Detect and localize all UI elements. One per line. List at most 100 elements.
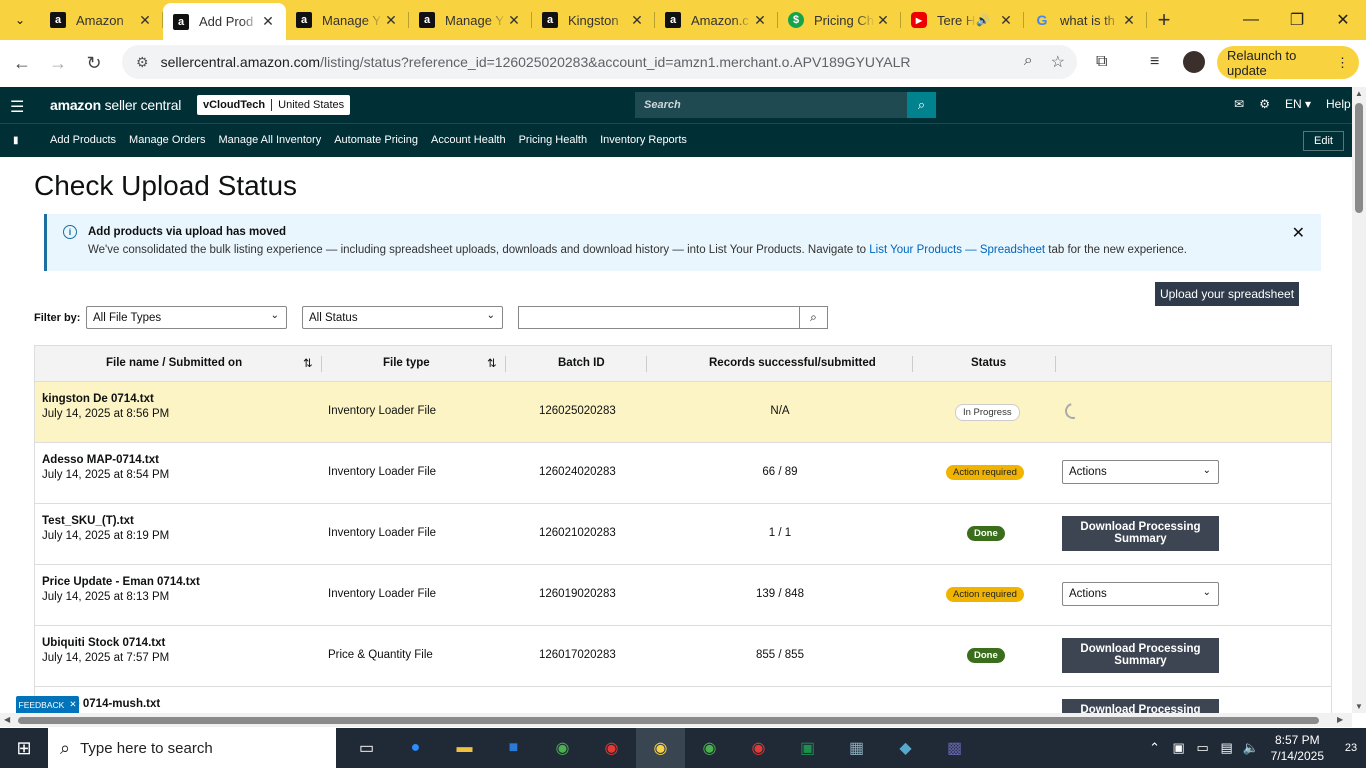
close-tab-icon[interactable]: ✕ xyxy=(875,12,891,29)
taskbar-search-input[interactable]: ⌕ Type here to search xyxy=(48,728,336,768)
close-window-icon[interactable]: ✕ xyxy=(1320,0,1366,40)
tab-search-icon[interactable]: ⌄ xyxy=(0,0,40,40)
header-file-name[interactable]: File name / Submitted on xyxy=(106,357,242,369)
hamburger-menu-icon[interactable]: ☰ xyxy=(10,97,24,117)
calculator-icon[interactable]: ▦ xyxy=(832,728,881,768)
close-tab-icon[interactable]: ✕ xyxy=(629,12,645,29)
chevron-up-icon[interactable]: ⌃ xyxy=(1143,740,1167,756)
teams-icon[interactable]: ▩ xyxy=(930,728,979,768)
search-icon: ⌕ xyxy=(60,737,71,758)
audio-playing-icon[interactable]: 🔊 xyxy=(976,14,990,27)
media-controls-icon[interactable]: ≡ xyxy=(1150,53,1159,71)
file-type: Inventory Loader File xyxy=(328,405,437,417)
browser-tab[interactable]: ▶ Tere H 🔊 ✕ xyxy=(901,3,1024,37)
browser-tab[interactable]: a Manage Y ✕ xyxy=(409,3,532,37)
extensions-icon[interactable]: ⧉ xyxy=(1096,53,1107,71)
header-search-input[interactable]: Search xyxy=(635,92,907,118)
list-your-products-link[interactable]: List Your Products — Spreadsheet xyxy=(869,244,1045,256)
vertical-scrollbar[interactable]: ▲ ▼ xyxy=(1352,87,1366,713)
chrome-icon[interactable]: ◉ xyxy=(587,728,636,768)
window-controls: — ❐ ✕ xyxy=(1228,0,1366,40)
chrome-icon[interactable]: ◉ xyxy=(538,728,587,768)
upload-spreadsheet-button[interactable]: Upload your spreadsheet xyxy=(1155,282,1299,306)
browser-tab[interactable]: $ Pricing Ch ✕ xyxy=(778,3,901,37)
clock[interactable]: 8:57 PM 7/14/2025 xyxy=(1271,732,1324,764)
bookmark-star-icon[interactable]: ☆ xyxy=(1051,52,1065,72)
help-link[interactable]: Help xyxy=(1326,97,1352,111)
settings-gear-icon[interactable]: ⚙ xyxy=(1259,97,1270,111)
notification-icon[interactable]: 23 xyxy=(1336,728,1366,768)
browser-tab[interactable]: Gwhat is th ✕ xyxy=(1024,3,1147,37)
nav-link[interactable]: Inventory Reports xyxy=(600,134,687,146)
nav-link[interactable]: Automate Pricing xyxy=(334,134,418,146)
file-name: Price Update - Eman 0714.txt xyxy=(42,576,200,588)
actions-select[interactable]: Actions ⌄ xyxy=(1062,582,1219,606)
more-menu-icon[interactable]: ⋮ xyxy=(1336,55,1349,71)
nav-link[interactable]: Account Health xyxy=(431,134,506,146)
actions-select[interactable]: Actions ⌄ xyxy=(1062,460,1219,484)
horizontal-scrollbar[interactable]: ◀ ▶ xyxy=(0,713,1352,727)
mail-icon[interactable]: ✉ xyxy=(1234,97,1244,111)
download-summary-button[interactable]: Download Processing Summary xyxy=(1062,638,1219,673)
seller-central-logo[interactable]: amazon seller central xyxy=(50,97,181,113)
sort-icon[interactable]: ⇅ xyxy=(487,356,497,370)
account-switcher[interactable]: vCloudTech United States xyxy=(197,95,351,115)
outlook-icon[interactable]: ■ xyxy=(489,728,538,768)
file-type-select[interactable]: All File Types ⌄ xyxy=(86,306,287,329)
browser-tab[interactable]: a Kingston ✕ xyxy=(532,3,655,37)
banner-close-icon[interactable]: ✕ xyxy=(1292,223,1305,243)
edit-nav-button[interactable]: Edit xyxy=(1303,131,1344,151)
browser-tab[interactable]: a Manage Y ✕ xyxy=(286,3,409,37)
feedback-close-icon[interactable]: ✕ xyxy=(69,699,76,710)
profile-avatar[interactable] xyxy=(1183,51,1205,73)
close-tab-icon[interactable]: ✕ xyxy=(1121,12,1137,29)
back-icon[interactable]: ← xyxy=(4,45,40,81)
bookmark-icon[interactable]: ▮ xyxy=(13,135,19,146)
restore-icon[interactable]: ❐ xyxy=(1274,0,1320,40)
url-input[interactable]: ⚙ sellercentral.amazon.com/listing/statu… xyxy=(122,45,1077,79)
sort-icon[interactable]: ⇅ xyxy=(303,356,313,370)
site-info-icon[interactable]: ⚙ xyxy=(136,54,149,71)
feedback-button[interactable]: FEEDBACK ✕ xyxy=(16,696,79,713)
network-icon[interactable]: ▤ xyxy=(1215,740,1239,756)
status-select[interactable]: All Status ⌄ xyxy=(302,306,503,329)
chrome-icon[interactable]: ◉ xyxy=(636,728,685,768)
forward-icon[interactable]: → xyxy=(40,45,76,81)
nav-link[interactable]: Manage All Inventory xyxy=(218,134,321,146)
volume-icon[interactable]: 🔈 xyxy=(1239,740,1263,756)
close-tab-icon[interactable]: ✕ xyxy=(383,12,399,29)
file-explorer-icon[interactable]: ▬ xyxy=(440,728,489,768)
excel-icon[interactable]: ▣ xyxy=(783,728,832,768)
nav-link[interactable]: Pricing Health xyxy=(519,134,587,146)
language-selector[interactable]: EN ▾ xyxy=(1285,97,1311,111)
close-tab-icon[interactable]: ✕ xyxy=(752,12,768,29)
browser-tab[interactable]: a Amazon.c ✕ xyxy=(655,3,778,37)
zoom-app-icon[interactable]: ● xyxy=(391,728,440,768)
filter-search-input[interactable] xyxy=(518,306,800,329)
nav-link[interactable]: Add Products xyxy=(50,134,116,146)
app-icon[interactable]: ◆ xyxy=(881,728,930,768)
download-summary-button[interactable]: Download Processing Summary xyxy=(1062,516,1219,551)
filter-search-icon[interactable]: ⌕ xyxy=(799,306,828,329)
close-tab-icon[interactable]: ✕ xyxy=(998,12,1014,29)
close-tab-icon[interactable]: ✕ xyxy=(137,12,153,29)
meet-now-icon[interactable]: ▣ xyxy=(1167,740,1191,756)
windows-start-icon[interactable]: ⊞ xyxy=(0,728,48,768)
zoom-icon[interactable]: ⌕ xyxy=(1024,52,1033,72)
browser-tab[interactable]: a Add Prod ✕ xyxy=(163,3,286,40)
header-file-type[interactable]: File type xyxy=(383,357,430,369)
new-tab-icon[interactable]: + xyxy=(1147,3,1181,37)
close-tab-icon[interactable]: ✕ xyxy=(260,13,276,30)
reload-icon[interactable]: ↻ xyxy=(76,45,112,81)
header-search-icon[interactable]: ⌕ xyxy=(907,92,936,118)
close-tab-icon[interactable]: ✕ xyxy=(506,12,522,29)
header-records: Records successful/submitted xyxy=(709,357,876,369)
chrome-icon[interactable]: ◉ xyxy=(685,728,734,768)
browser-tab[interactable]: a Amazon ✕ xyxy=(40,3,163,37)
task-view-icon[interactable]: ▭ xyxy=(342,728,391,768)
nav-link[interactable]: Manage Orders xyxy=(129,134,205,146)
relaunch-button[interactable]: Relaunch to update ⋮ xyxy=(1217,46,1359,79)
chrome-icon[interactable]: ◉ xyxy=(734,728,783,768)
minimize-icon[interactable]: — xyxy=(1228,0,1274,40)
battery-icon[interactable]: ▭ xyxy=(1191,740,1215,756)
